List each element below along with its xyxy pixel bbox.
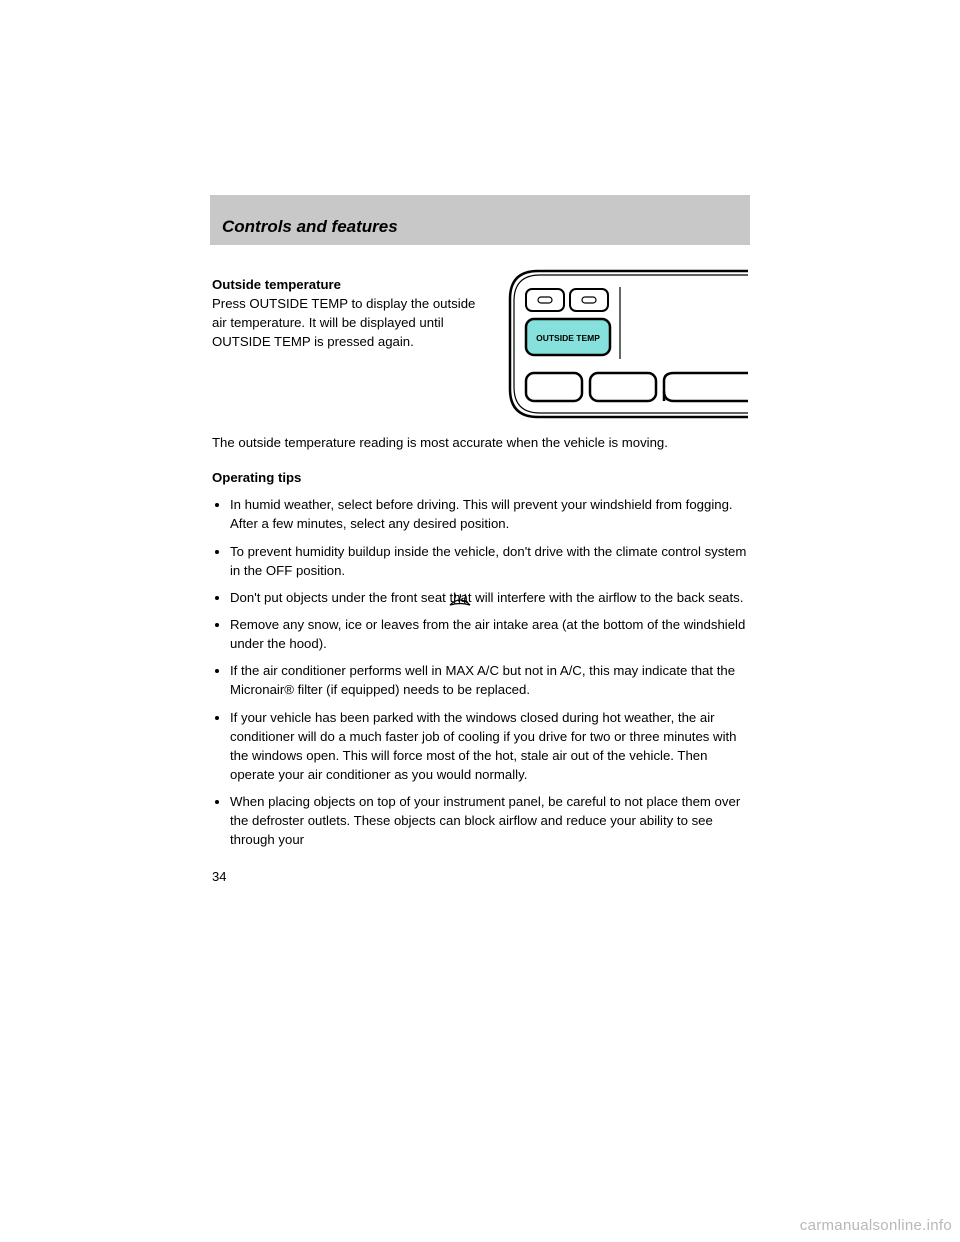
section-header: Controls and features <box>210 195 750 245</box>
watermark: carmanualsonline.info <box>800 1217 952 1234</box>
list-item: When placing objects on top of your inst… <box>230 792 748 849</box>
top-block: Outside temperature Press OUTSIDE TEMP t… <box>212 275 748 419</box>
tips-list: In humid weather, select before driving.… <box>212 495 748 849</box>
page-container: Controls and features Outside temperatur… <box>210 195 750 886</box>
defrost-icon <box>448 593 466 605</box>
list-item: Remove any snow, ice or leaves from the … <box>230 615 748 653</box>
tips-heading: Operating tips <box>212 468 748 487</box>
feature-body: Press OUTSIDE TEMP to display the outsid… <box>212 294 490 351</box>
list-item: To prevent humidity buildup inside the v… <box>230 542 748 580</box>
outside-temp-label: OUTSIDE TEMP <box>536 333 600 343</box>
list-item: If your vehicle has been parked with the… <box>230 708 748 785</box>
feature-note: The outside temperature reading is most … <box>212 433 748 452</box>
control-illustration: OUTSIDE TEMP <box>508 269 748 419</box>
feature-name: Outside temperature <box>212 275 490 294</box>
list-item: Don't put objects under the front seat t… <box>230 588 748 607</box>
list-item: In humid weather, select before driving.… <box>230 495 748 533</box>
tip-text: In humid weather, select before driving.… <box>230 497 733 531</box>
page-number: 34 <box>212 868 748 887</box>
section-title: Controls and features <box>222 217 738 237</box>
content: Outside temperature Press OUTSIDE TEMP t… <box>210 275 750 886</box>
list-item: If the air conditioner performs well in … <box>230 661 748 699</box>
top-text: Outside temperature Press OUTSIDE TEMP t… <box>212 275 490 419</box>
